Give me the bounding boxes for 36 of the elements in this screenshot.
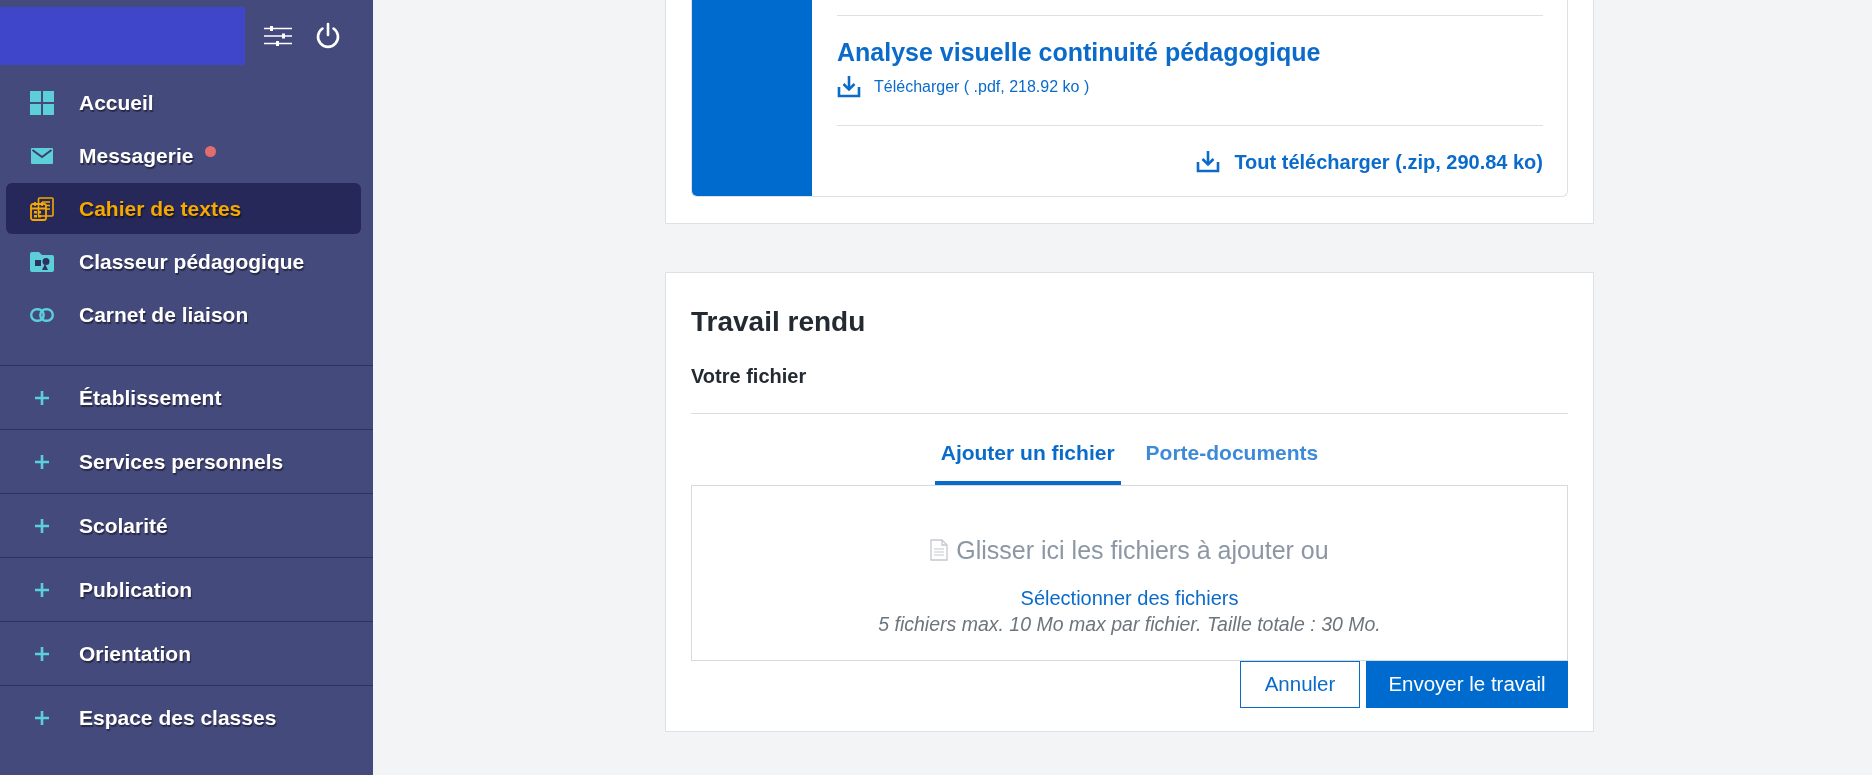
file-limits-text: 5 fichiers max. 10 Mo max par fichier. Taille totale : 30 Mo. <box>877 612 1382 636</box>
field-label: Votre fichier <box>691 364 808 388</box>
section-title: Travail rendu <box>691 305 867 339</box>
nav-item[interactable]: Messagerie <box>6 130 361 181</box>
settings-button[interactable] <box>264 26 292 46</box>
grid-icon <box>30 90 54 115</box>
sliders-icon <box>264 26 292 46</box>
select-files-link[interactable]: Sélectionner des fichiers <box>1020 586 1239 610</box>
folder-icon <box>30 251 54 272</box>
download-all-link[interactable]: Tout télécharger (.zip, 290.84 ko) <box>1196 150 1543 174</box>
section-header[interactable]: Scolarité <box>0 493 373 557</box>
resource-title-link[interactable]: Analyse visuelle continuité pédagogique <box>837 38 1321 66</box>
envelope-icon <box>31 147 53 164</box>
section-header[interactable]: Services personnels <box>0 429 373 493</box>
download-icon <box>1196 151 1221 173</box>
nav-item[interactable]: Carnet de liaison <box>6 289 361 340</box>
nav-item[interactable]: Classeur pédagogique <box>6 236 361 287</box>
drop-zone[interactable]: Glisser ici les fichiers à ajouter ou Sélectionner des fichiers 5 fichiers max. 10 Mo max par fichier. Taille totale : 30 Mo. <box>691 485 1568 661</box>
nav-item[interactable]: Accueil <box>6 77 361 128</box>
section-header[interactable]: Établissement <box>0 365 373 429</box>
file-icon <box>930 539 949 561</box>
tab[interactable]: Ajouter un fichier <box>934 414 1121 485</box>
calendar-icon <box>30 196 54 221</box>
tab[interactable]: Porte-documents <box>1139 414 1325 485</box>
section-header[interactable]: Publication <box>0 557 373 621</box>
cancel-button[interactable]: Annuler <box>1240 661 1360 708</box>
power-icon <box>314 22 342 50</box>
download-link[interactable]: Télécharger ( .pdf, 218.92 ko ) <box>837 77 1090 97</box>
nav-item[interactable]: Cahier de textes <box>6 183 361 234</box>
power-button[interactable] <box>314 22 342 50</box>
link-icon <box>30 307 54 322</box>
drop-prompt: Glisser ici les fichiers à ajouter ou <box>956 536 1329 564</box>
section-header[interactable]: Orientation <box>0 621 373 685</box>
download-icon <box>837 76 861 98</box>
send-button[interactable]: Envoyer le travail <box>1366 661 1568 708</box>
section-header[interactable]: Espace des classes <box>0 685 373 749</box>
